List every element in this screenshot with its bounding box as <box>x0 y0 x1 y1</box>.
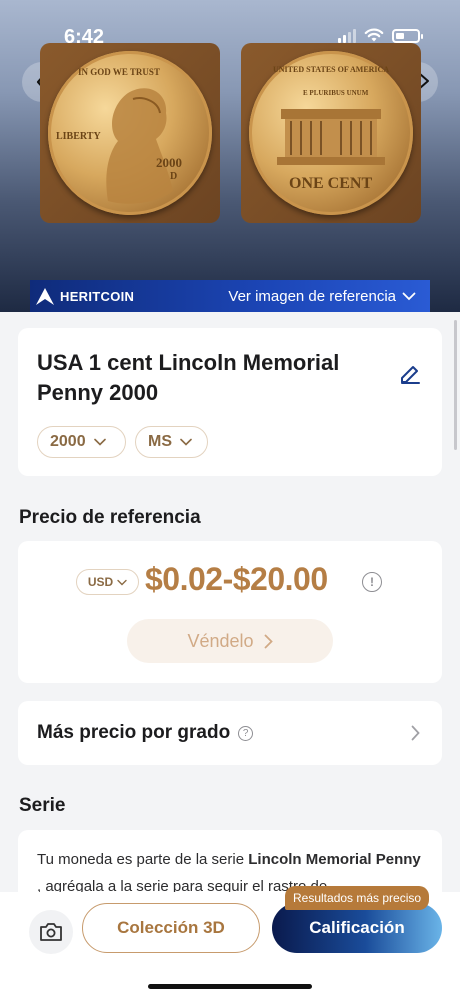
coin-country-text: UNITED STATES OF AMERICA <box>273 65 390 74</box>
heritcoin-logo: HERITCOIN <box>34 285 134 307</box>
grade-selector[interactable]: MS <box>135 426 208 458</box>
coin-obverse: IN GOD WE TRUST LIBERTY 2000 D <box>48 51 212 215</box>
camera-icon <box>40 923 62 941</box>
heritcoin-brand-text: HERITCOIN <box>60 288 135 304</box>
view-reference-image-label: Ver imagen de referencia <box>228 287 396 305</box>
chevron-right-icon <box>411 725 420 741</box>
currency-selector[interactable]: USD <box>76 569 139 595</box>
wifi-icon <box>364 28 384 42</box>
price-by-grade-label: Más precio por grado <box>37 722 231 743</box>
coin-reverse-motto: E PLURIBUS UNUM <box>303 89 369 97</box>
chevron-right-icon <box>264 634 273 648</box>
battery-icon <box>392 28 423 43</box>
edit-button[interactable] <box>398 362 422 391</box>
info-icon[interactable]: ! <box>362 572 382 592</box>
heritcoin-logo-icon <box>36 288 54 305</box>
coin-year-text: 2000 <box>156 155 182 170</box>
precise-results-badge: Resultados más preciso <box>285 886 430 910</box>
bottom-action-bar: Colección 3D Calificación Resultados más… <box>0 886 460 1000</box>
coin-title-card: USA 1 cent Lincoln Memorial Penny 2000 2… <box>18 328 442 476</box>
view-reference-image-link[interactable]: Ver imagen de referencia <box>228 288 416 305</box>
status-icons <box>338 28 423 43</box>
series-text-before: Tu moneda es parte de la serie <box>37 851 249 868</box>
scrollbar[interactable] <box>454 320 457 450</box>
camera-button[interactable] <box>29 910 73 954</box>
reference-banner[interactable]: HERITCOIN Ver imagen de referencia <box>30 280 430 312</box>
grading-button[interactable]: Calificación <box>272 903 442 953</box>
coin-image-header: 6:42 IN GOD WE TRUST LIBERTY 2000 D UNIT… <box>0 0 460 312</box>
sell-button[interactable]: Véndelo <box>127 619 333 663</box>
chevron-down-icon <box>180 438 192 446</box>
year-selector[interactable]: 2000 <box>37 426 126 458</box>
coin-motto-text: IN GOD WE TRUST <box>78 67 160 77</box>
year-selector-value: 2000 <box>50 433 86 450</box>
currency-value: USD <box>87 575 114 589</box>
chevron-down-icon <box>402 292 416 300</box>
chevron-down-icon <box>93 438 106 446</box>
price-range: $0.02-$20.00 <box>145 561 328 597</box>
pencil-icon <box>401 366 420 384</box>
price-by-grade-row[interactable]: Más precio por grado ? <box>18 701 442 765</box>
home-indicator <box>148 984 312 989</box>
cellular-signal-icon <box>338 28 356 43</box>
reference-price-heading: Precio de referencia <box>19 507 201 528</box>
chevron-down-icon <box>117 579 127 585</box>
series-name[interactable]: Lincoln Memorial Penny <box>248 851 421 868</box>
coin-obverse-image[interactable]: IN GOD WE TRUST LIBERTY 2000 D <box>40 43 220 223</box>
collection-3d-button[interactable]: Colección 3D <box>82 903 260 953</box>
coin-liberty-text: LIBERTY <box>56 131 101 142</box>
coin-reverse-image[interactable]: UNITED STATES OF AMERICA E PLURIBUS UNUM… <box>241 43 421 223</box>
sell-button-label: Véndelo <box>187 630 254 651</box>
coin-mint-mark: D <box>170 171 178 182</box>
reference-price-card: USD $0.02-$20.00 ! Véndelo <box>18 541 442 683</box>
grade-selector-value: MS <box>148 433 172 450</box>
coin-title: USA 1 cent Lincoln Memorial Penny 2000 <box>37 350 340 405</box>
content-area: USA 1 cent Lincoln Memorial Penny 2000 2… <box>0 312 460 910</box>
series-heading: Serie <box>19 795 66 816</box>
coin-denomination-text: ONE CENT <box>289 175 373 192</box>
help-icon[interactable]: ? <box>238 725 254 741</box>
coin-reverse: UNITED STATES OF AMERICA E PLURIBUS UNUM… <box>249 51 413 215</box>
